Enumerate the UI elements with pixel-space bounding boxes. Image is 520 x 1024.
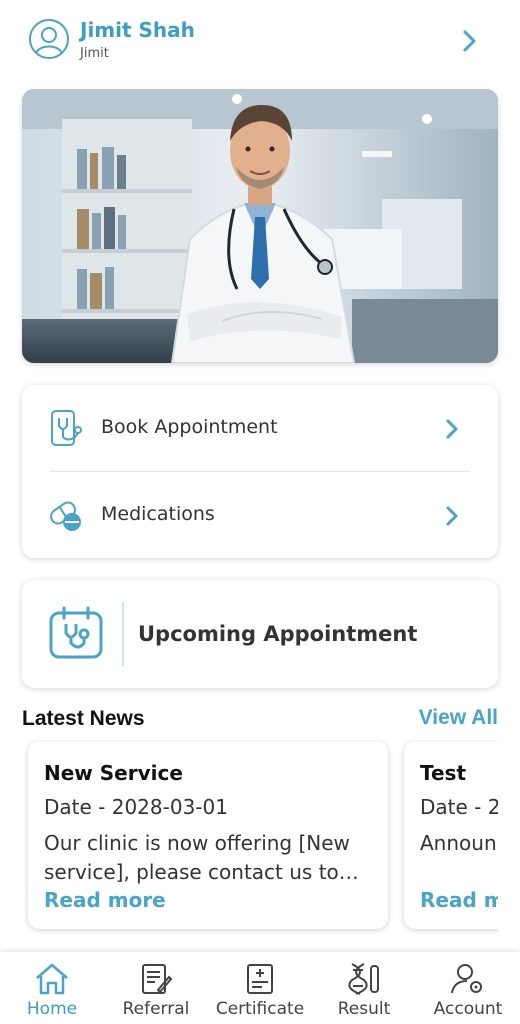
nav-label: Home xyxy=(26,999,78,1019)
news-card[interactable]: Test Date - 2 Announ Read m xyxy=(404,741,498,929)
medications-label: Medications xyxy=(101,503,215,525)
nav-referral[interactable]: Referral xyxy=(104,952,208,1024)
medications-row[interactable]: Medications xyxy=(22,472,498,558)
news-card-body: Our clinic is now offering [New service]… xyxy=(44,831,350,884)
bottom-navigation: Home Referral Certificate Result Account xyxy=(0,952,520,1024)
latest-news-heading: Latest News xyxy=(22,707,145,730)
news-carousel[interactable]: New Service Date - 2028-03-01 Our clinic… xyxy=(0,740,498,935)
dna-icon xyxy=(348,963,379,995)
chevron-right-icon[interactable] xyxy=(458,28,480,54)
nav-label: Result xyxy=(337,999,391,1019)
nav-certificate[interactable]: Certificate xyxy=(208,952,312,1024)
news-card-date: Date - 2 xyxy=(420,795,498,819)
pills-icon xyxy=(50,501,81,531)
upcoming-appointment-card[interactable]: Upcoming Appointment xyxy=(22,580,498,688)
avatar-icon xyxy=(29,19,69,59)
news-card-title: New Service xyxy=(44,761,183,785)
chevron-right-icon xyxy=(446,506,458,526)
hero-doctor-image xyxy=(22,89,498,363)
nav-result[interactable]: Result xyxy=(312,952,416,1024)
upcoming-appointment-label: Upcoming Appointment xyxy=(138,622,418,646)
news-card[interactable]: New Service Date - 2028-03-01 Our clinic… xyxy=(28,741,388,929)
referral-icon xyxy=(142,964,173,994)
chevron-right-icon xyxy=(446,419,458,439)
separator xyxy=(122,602,124,666)
stethoscope-phone-icon xyxy=(51,410,82,446)
nav-label: Referral xyxy=(122,999,190,1019)
nav-label: Certificate xyxy=(215,999,305,1019)
account-settings-icon xyxy=(451,964,482,994)
news-card-title: Test xyxy=(420,761,467,785)
user-name: Jimit Shah xyxy=(80,18,195,42)
book-appointment-row[interactable]: Book Appointment xyxy=(22,385,498,471)
home-icon xyxy=(36,963,68,995)
certificate-icon xyxy=(247,964,273,994)
profile-header[interactable]: Jimit Shah Jimit xyxy=(0,0,520,80)
nav-home[interactable]: Home xyxy=(0,952,104,1024)
quick-actions-card: Book Appointment Medications xyxy=(22,385,498,558)
book-appointment-label: Book Appointment xyxy=(101,416,278,438)
read-more-link[interactable]: Read m xyxy=(420,888,498,912)
nav-label: Account xyxy=(433,999,503,1019)
read-more-link[interactable]: Read more xyxy=(44,888,166,912)
calendar-stethoscope-icon xyxy=(49,606,103,659)
news-card-body: Announ xyxy=(420,831,497,855)
view-all-link[interactable]: View All xyxy=(419,706,498,730)
user-username: Jimit xyxy=(80,46,109,61)
news-card-date: Date - 2028-03-01 xyxy=(44,795,228,819)
nav-account[interactable]: Account xyxy=(416,952,520,1024)
